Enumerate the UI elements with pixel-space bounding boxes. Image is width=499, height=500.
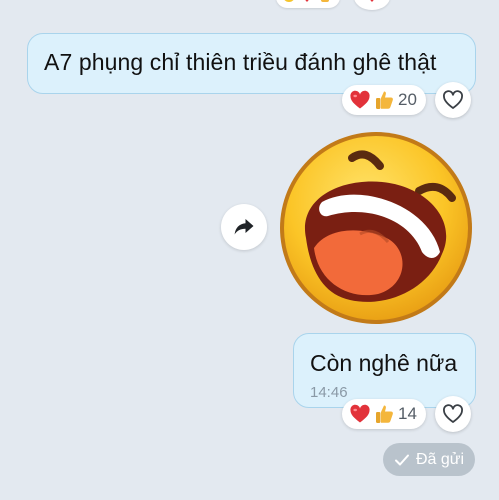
message-text: Còn nghê nữa — [310, 350, 458, 376]
sent-status-label: Đã gửi — [415, 450, 465, 468]
thumbs-up-icon — [321, 0, 329, 2]
previous-like-button[interactable] — [354, 0, 390, 10]
reaction-summary[interactable]: 14 — [342, 399, 426, 429]
message-timestamp: 14:46 — [310, 384, 348, 401]
message-text: A7 phụng chỉ thiên triều đánh ghê thật — [44, 49, 437, 75]
heart-outline-icon — [443, 90, 463, 109]
heart-icon — [350, 404, 370, 423]
heart-outline-icon — [443, 404, 463, 423]
haha-icon — [284, 0, 294, 2]
reaction-count: 20 — [398, 90, 417, 109]
forward-button[interactable] — [221, 204, 267, 250]
react-button[interactable] — [435, 396, 471, 432]
sent-status-badge: Đã gửi — [383, 443, 475, 476]
heart-icon — [305, 0, 309, 2]
reaction-summary[interactable]: 20 — [342, 85, 426, 115]
react-button[interactable] — [435, 82, 471, 118]
thumbs-up-icon — [376, 91, 393, 109]
thumbs-up-icon — [376, 405, 393, 423]
check-icon — [394, 454, 409, 465]
heart-icon — [350, 90, 370, 109]
previous-reactions[interactable] — [276, 0, 340, 8]
heart-icon — [370, 0, 374, 2]
forward-arrow-icon — [234, 219, 254, 235]
reaction-count: 14 — [398, 404, 417, 423]
laughing-face-sticker[interactable] — [278, 130, 474, 326]
